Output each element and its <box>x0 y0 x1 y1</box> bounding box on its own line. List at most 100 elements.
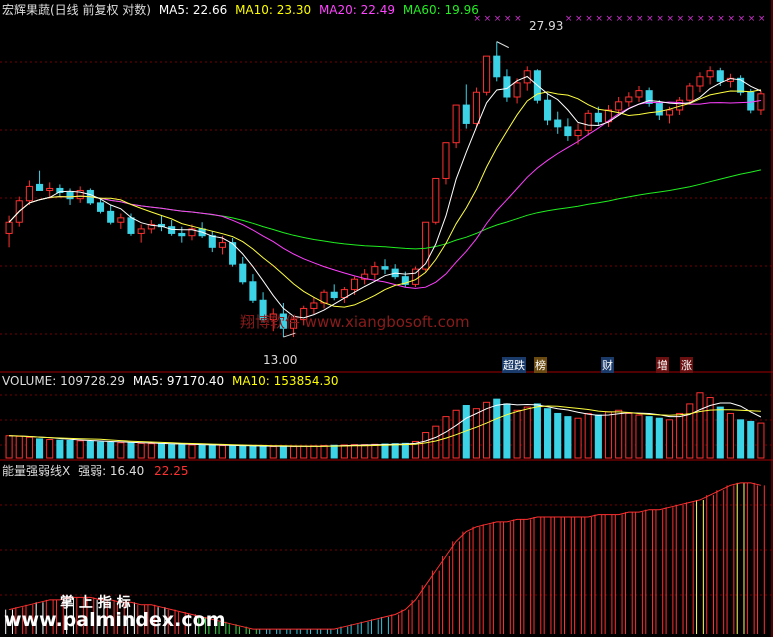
volume-header: VOLUME: 109728.29 MA5: 97170.40 MA10: 15… <box>2 374 339 388</box>
candle-body-37 <box>381 266 389 270</box>
volume-bar-58 <box>594 414 602 459</box>
top-marker-47: × <box>484 14 492 24</box>
volume-bar-6 <box>66 440 74 459</box>
top-marker-56: × <box>575 14 583 24</box>
candle-body-59 <box>604 109 613 123</box>
tag-chaodie[interactable]: 超跌 <box>502 357 526 373</box>
volume-bar-18 <box>188 444 196 459</box>
candle-body-20 <box>208 235 216 248</box>
candle-body-56 <box>574 129 582 137</box>
volume-bar-8 <box>86 440 94 459</box>
volume-bar-71 <box>726 412 734 459</box>
volume-bar-13 <box>137 442 145 459</box>
top-marker-59: × <box>606 14 614 24</box>
top-marker-74: × <box>758 14 766 24</box>
top-marker-50: × <box>514 14 522 24</box>
volume-bar-59 <box>604 411 613 459</box>
volume-bar-5 <box>56 439 64 459</box>
stock-title: 宏辉果蔬(日线 前复权 对数) <box>2 3 151 17</box>
top-marker-60: × <box>616 14 624 24</box>
top-marker-61: × <box>626 14 634 24</box>
site-overlay: www.palmindex.com <box>4 609 226 631</box>
volume-bar-39 <box>401 442 409 459</box>
tag-zhang[interactable]: 涨 <box>680 357 693 373</box>
top-marker-48: × <box>494 14 502 24</box>
volume-bar-10 <box>107 441 115 459</box>
top-marker-62: × <box>636 14 644 24</box>
indicator-v1: 强弱: 16.40 <box>78 464 145 478</box>
volume-bar-50 <box>513 409 521 459</box>
candle-body-3 <box>36 183 44 191</box>
volume-bar-27 <box>279 446 287 459</box>
volume-bar-25 <box>259 445 267 459</box>
volume-bar-64 <box>655 417 663 459</box>
volume-bar-35 <box>361 444 369 459</box>
top-marker-57: × <box>585 14 593 24</box>
volume-ma5-readout: MA5: 97170.40 <box>132 374 225 388</box>
volume-bar-56 <box>574 417 582 459</box>
top-marker-55: × <box>565 14 573 24</box>
ma60-readout: MA60: 19.96 <box>402 3 479 17</box>
candle-body-44 <box>452 104 460 144</box>
tag-zeng[interactable]: 增 <box>656 357 669 373</box>
candle-body-60 <box>615 101 623 111</box>
top-marker-49: × <box>504 14 512 24</box>
volume-bar-15 <box>157 443 166 459</box>
volume-bar-53 <box>544 408 552 459</box>
volume-bar-29 <box>300 445 308 459</box>
volume-bar-4 <box>46 439 54 459</box>
volume-bar-74 <box>757 422 765 459</box>
ma5-readout: MA5: 22.66 <box>158 3 228 17</box>
volume-bar-42 <box>432 425 440 459</box>
candle-body-13 <box>137 228 145 234</box>
volume-bar-0 <box>5 435 13 459</box>
volume-bar-49 <box>503 403 511 459</box>
volume-bar-70 <box>716 406 724 459</box>
tag-cai[interactable]: 财 <box>601 357 614 373</box>
candle-body-73 <box>747 91 755 111</box>
volume-ma10-readout: MA10: 153854.30 <box>231 374 339 388</box>
volume-bar-51 <box>523 406 531 459</box>
volume-bar-65 <box>665 419 674 459</box>
volume-bar-63 <box>645 416 653 459</box>
indicator-v2: 22.25 <box>154 464 189 478</box>
volume-bar-72 <box>737 419 745 459</box>
volume-bar-73 <box>747 420 755 459</box>
top-marker-67: × <box>687 14 695 24</box>
candle-body-42 <box>432 177 440 223</box>
ma20-readout: MA20: 22.49 <box>318 3 395 17</box>
candle-body-57 <box>584 112 592 131</box>
candle-body-43 <box>442 142 450 179</box>
candle-body-0 <box>5 221 13 234</box>
candle-body-36 <box>371 266 379 275</box>
volume-bar-17 <box>178 444 186 459</box>
volume-bar-14 <box>147 443 155 459</box>
candle-body-68 <box>696 76 704 87</box>
top-marker-64: × <box>656 14 664 24</box>
candle-body-6 <box>66 192 74 200</box>
volume-bar-28 <box>290 446 298 459</box>
tag-bang[interactable]: 榜 <box>534 357 547 373</box>
watermark: 翔博软件 www.xiangbosoft.com <box>240 313 470 331</box>
top-marker-68: × <box>697 14 705 24</box>
volume-bar-48 <box>493 398 501 459</box>
candle-body-30 <box>310 302 318 309</box>
volume-bar-16 <box>168 443 176 459</box>
price-header: 宏辉果蔬(日线 前复权 对数) MA5: 22.66 MA10: 23.30 M… <box>2 1 479 18</box>
candle-body-10 <box>107 210 115 223</box>
top-marker-73: × <box>748 14 756 24</box>
candle-body-65 <box>665 109 674 116</box>
candle-body-4 <box>46 187 54 191</box>
volume-bar-9 <box>96 441 105 459</box>
volume-bar-47 <box>483 401 491 459</box>
volume-bar-41 <box>422 432 430 459</box>
volume-bar-68 <box>696 392 704 459</box>
candle-body-45 <box>462 104 470 124</box>
candle-body-41 <box>422 221 430 270</box>
candle-body-9 <box>96 202 105 212</box>
candle-body-21 <box>218 242 226 248</box>
volume-bar-2 <box>25 436 33 459</box>
top-marker-58: × <box>595 14 603 24</box>
candle-body-55 <box>564 126 572 137</box>
volume-bar-20 <box>208 444 216 459</box>
